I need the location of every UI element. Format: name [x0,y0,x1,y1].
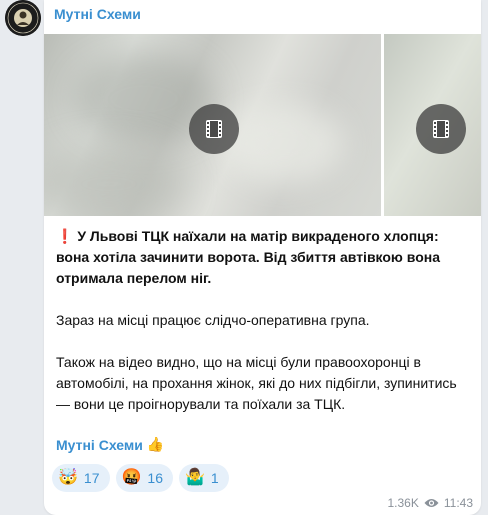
signature-link[interactable]: Мутні Схеми 👍 [56,436,164,453]
channel-name[interactable]: Мутні Схеми [54,6,141,22]
video-icon [433,120,449,138]
eye-icon [424,499,439,507]
thumbs-up-emoji: 👍 [146,436,165,452]
scrollbar[interactable] [484,0,488,515]
shrug-emoji: 🤷‍♂️ [185,469,205,486]
post-paragraph: Також на відео видно, що на місці були п… [56,354,457,412]
play-video-button[interactable] [189,104,239,154]
reactions-bar: 🤯 17 🤬 16 🤷‍♂️ 1 [52,464,229,492]
mind-blown-emoji: 🤯 [58,469,78,486]
signature-label[interactable]: Мутні Схеми [56,437,143,453]
timestamp: 11:43 [443,496,473,510]
angry-emoji: 🤬 [121,469,142,486]
reaction-angry[interactable]: 🤬 16 [115,464,173,492]
post-paragraph: Зараз на місці працює слідчо-оперативна … [56,312,370,328]
reaction-count: 17 [83,470,100,486]
view-count: 1.36K [387,496,419,510]
video-thumbnail[interactable] [384,34,481,216]
post-text: ❗ У Львові ТЦК наїхали на матір викраден… [56,226,471,415]
reaction-count: 1 [210,470,219,486]
channel-logo-icon [5,0,41,36]
channel-avatar[interactable] [5,0,41,36]
post-headline: ❗ У Львові ТЦК наїхали на матір викраден… [56,228,440,286]
reaction-shrug[interactable]: 🤷‍♂️ 1 [179,464,229,492]
video-icon [206,120,222,138]
reaction-mind-blown[interactable]: 🤯 17 [52,464,110,492]
video-thumbnail[interactable] [44,34,381,216]
media-album [44,34,481,216]
alert-emoji: ❗ [56,228,74,244]
message-bubble[interactable]: Мутні Схеми ❗ У Львові ТЦК наїхали на ма… [44,0,481,515]
play-video-button[interactable] [416,104,466,154]
message-meta: 1.36K 11:43 [388,496,474,510]
reaction-count: 16 [147,470,163,486]
